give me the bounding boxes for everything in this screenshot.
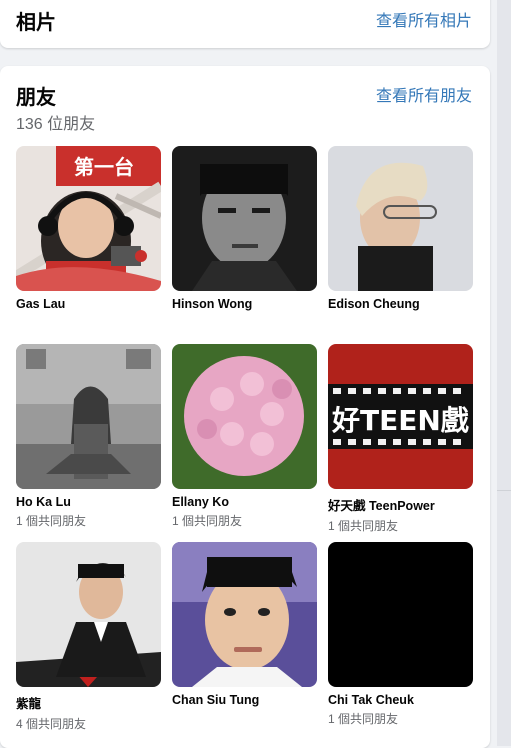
- friend-photo[interactable]: [16, 344, 161, 489]
- friend-tile[interactable]: Hinson Wong: [172, 146, 317, 314]
- friend-name[interactable]: Chan Siu Tung: [172, 693, 317, 707]
- friend-tile[interactable]: Edison Cheung: [328, 146, 473, 314]
- friend-tile[interactable]: 好TEEN戲 好天戲 TeenPower 1 個共同朋友: [328, 344, 473, 534]
- radio-sign-text: 第一台: [74, 155, 134, 179]
- mutual-friends: 1 個共同朋友: [328, 519, 399, 533]
- friend-name[interactable]: Chi Tak Cheuk: [328, 693, 473, 707]
- friend-photo[interactable]: [328, 146, 473, 291]
- friend-tile[interactable]: Chi Tak Cheuk 1 個共同朋友: [328, 542, 473, 727]
- friend-photo[interactable]: [172, 344, 317, 489]
- friend-photo[interactable]: 第一台: [16, 146, 161, 291]
- friend-name[interactable]: Gas Lau: [16, 297, 161, 311]
- friend-name[interactable]: 好天戲 TeenPower: [328, 495, 473, 514]
- friend-count: 136 位朋友: [16, 116, 96, 133]
- see-all-friends-link[interactable]: 查看所有朋友: [376, 82, 472, 106]
- friend-name[interactable]: Ellany Ko: [172, 495, 317, 509]
- friend-photo[interactable]: [172, 542, 317, 687]
- teenpower-logo-text: 好TEEN戲: [331, 404, 469, 437]
- friends-card: 朋友 查看所有朋友 136 位朋友 第一台 Gas Lau Hinson Won…: [0, 66, 490, 748]
- friend-tile[interactable]: Ho Ka Lu 1 個共同朋友: [16, 344, 161, 529]
- friend-tile[interactable]: 第一台 Gas Lau: [16, 146, 161, 314]
- friend-tile[interactable]: Chan Siu Tung: [172, 542, 317, 710]
- mutual-friends: 4 個共同朋友: [16, 717, 87, 731]
- friend-name[interactable]: Edison Cheung: [328, 297, 473, 311]
- friend-photo[interactable]: [328, 542, 473, 687]
- photos-card: 相片 查看所有相片: [0, 0, 490, 48]
- mutual-friends: 1 個共同朋友: [16, 514, 87, 528]
- friend-name[interactable]: 紫龍: [16, 693, 161, 712]
- friend-photo[interactable]: [172, 146, 317, 291]
- divider: [497, 490, 511, 491]
- mutual-friends: 1 個共同朋友: [328, 712, 399, 726]
- friend-photo[interactable]: [16, 542, 161, 687]
- friend-tile[interactable]: 紫龍 4 個共同朋友: [16, 542, 161, 732]
- friend-name[interactable]: Ho Ka Lu: [16, 495, 161, 509]
- friend-name[interactable]: Hinson Wong: [172, 297, 317, 311]
- friends-title: 朋友: [16, 87, 56, 109]
- mutual-friends: 1 個共同朋友: [172, 514, 243, 528]
- see-all-photos-link[interactable]: 查看所有相片: [376, 7, 472, 31]
- friend-photo[interactable]: 好TEEN戲: [328, 344, 473, 489]
- scrollbar-strip[interactable]: [497, 0, 511, 746]
- photos-title: 相片: [16, 12, 56, 34]
- friend-tile[interactable]: Ellany Ko 1 個共同朋友: [172, 344, 317, 529]
